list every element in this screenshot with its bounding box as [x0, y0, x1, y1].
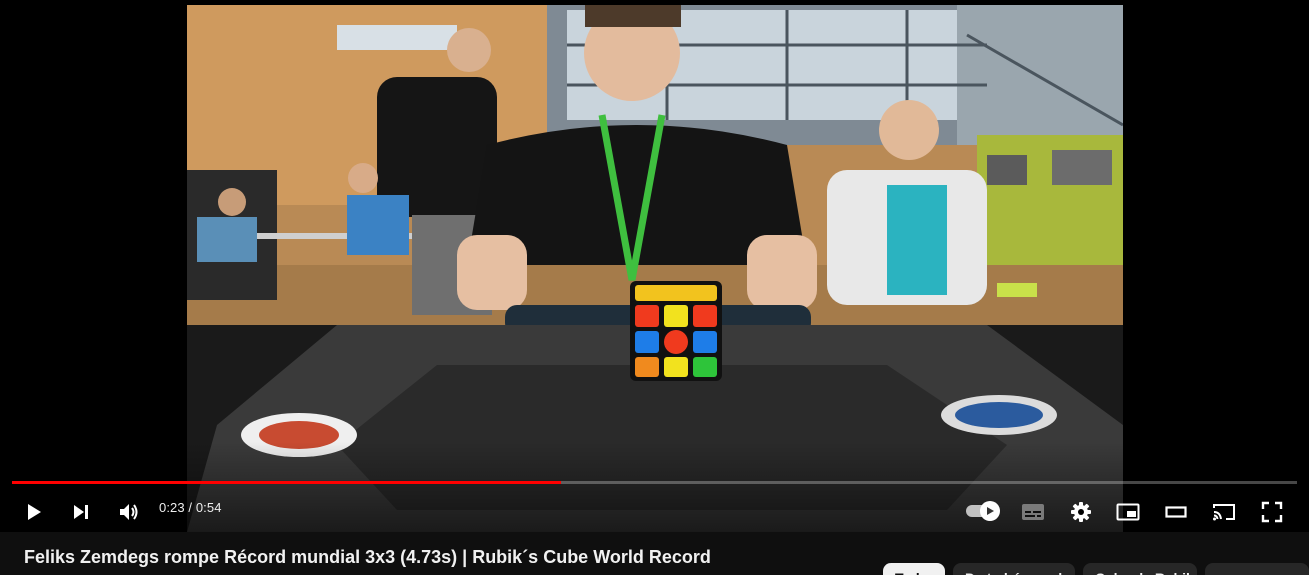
- settings-button[interactable]: [1063, 494, 1099, 530]
- chip-de-tu-busqueda[interactable]: De tu búsqueda: [953, 563, 1075, 575]
- gear-icon: [1071, 502, 1091, 522]
- cast-button[interactable]: [1206, 494, 1242, 530]
- progress-bar[interactable]: [12, 480, 1297, 485]
- next-icon: [74, 505, 88, 519]
- fullscreen-icon: [1261, 501, 1283, 523]
- video-still: [187, 5, 1123, 532]
- time-display: 0:23 / 0:54: [159, 500, 222, 515]
- autoplay-knob: [980, 501, 1000, 521]
- subtitles-icon: [1022, 504, 1044, 520]
- duration: 0:54: [195, 500, 222, 515]
- miniplayer-button[interactable]: [1110, 494, 1146, 530]
- video-frame[interactable]: [187, 5, 1123, 532]
- time-separator: /: [184, 500, 196, 515]
- video-title: Feliks Zemdegs rompe Récord mundial 3x3 …: [24, 547, 711, 567]
- autoplay-toggle[interactable]: [962, 499, 1002, 521]
- youtube-watch-page: 0:23 / 0:54 Feliks Zemdegs rompe Récord …: [0, 0, 1309, 575]
- cast-icon: [1213, 504, 1235, 521]
- chip-todos[interactable]: Todos: [883, 563, 945, 575]
- chip-cubo-de-rubik[interactable]: Cubo de Rubik: [1083, 563, 1197, 575]
- autoplay-toggle-icon: [987, 507, 994, 515]
- subtitles-button[interactable]: [1015, 494, 1051, 530]
- video-player[interactable]: 0:23 / 0:54: [0, 0, 1309, 532]
- volume-icon: [120, 504, 138, 520]
- fullscreen-button[interactable]: [1254, 494, 1290, 530]
- progress-played: [12, 481, 561, 484]
- play-icon: [28, 504, 41, 520]
- chip-more[interactable]: [1205, 563, 1309, 575]
- volume-button[interactable]: [111, 494, 147, 530]
- miniplayer-icon: [1116, 503, 1140, 521]
- play-button[interactable]: [16, 494, 52, 530]
- next-button[interactable]: [63, 494, 99, 530]
- player-controls: 0:23 / 0:54: [0, 490, 1309, 528]
- theater-mode-icon: [1165, 506, 1187, 518]
- current-time: 0:23: [159, 500, 185, 515]
- below-player: Feliks Zemdegs rompe Récord mundial 3x3 …: [0, 532, 1309, 575]
- theater-mode-button[interactable]: [1158, 494, 1194, 530]
